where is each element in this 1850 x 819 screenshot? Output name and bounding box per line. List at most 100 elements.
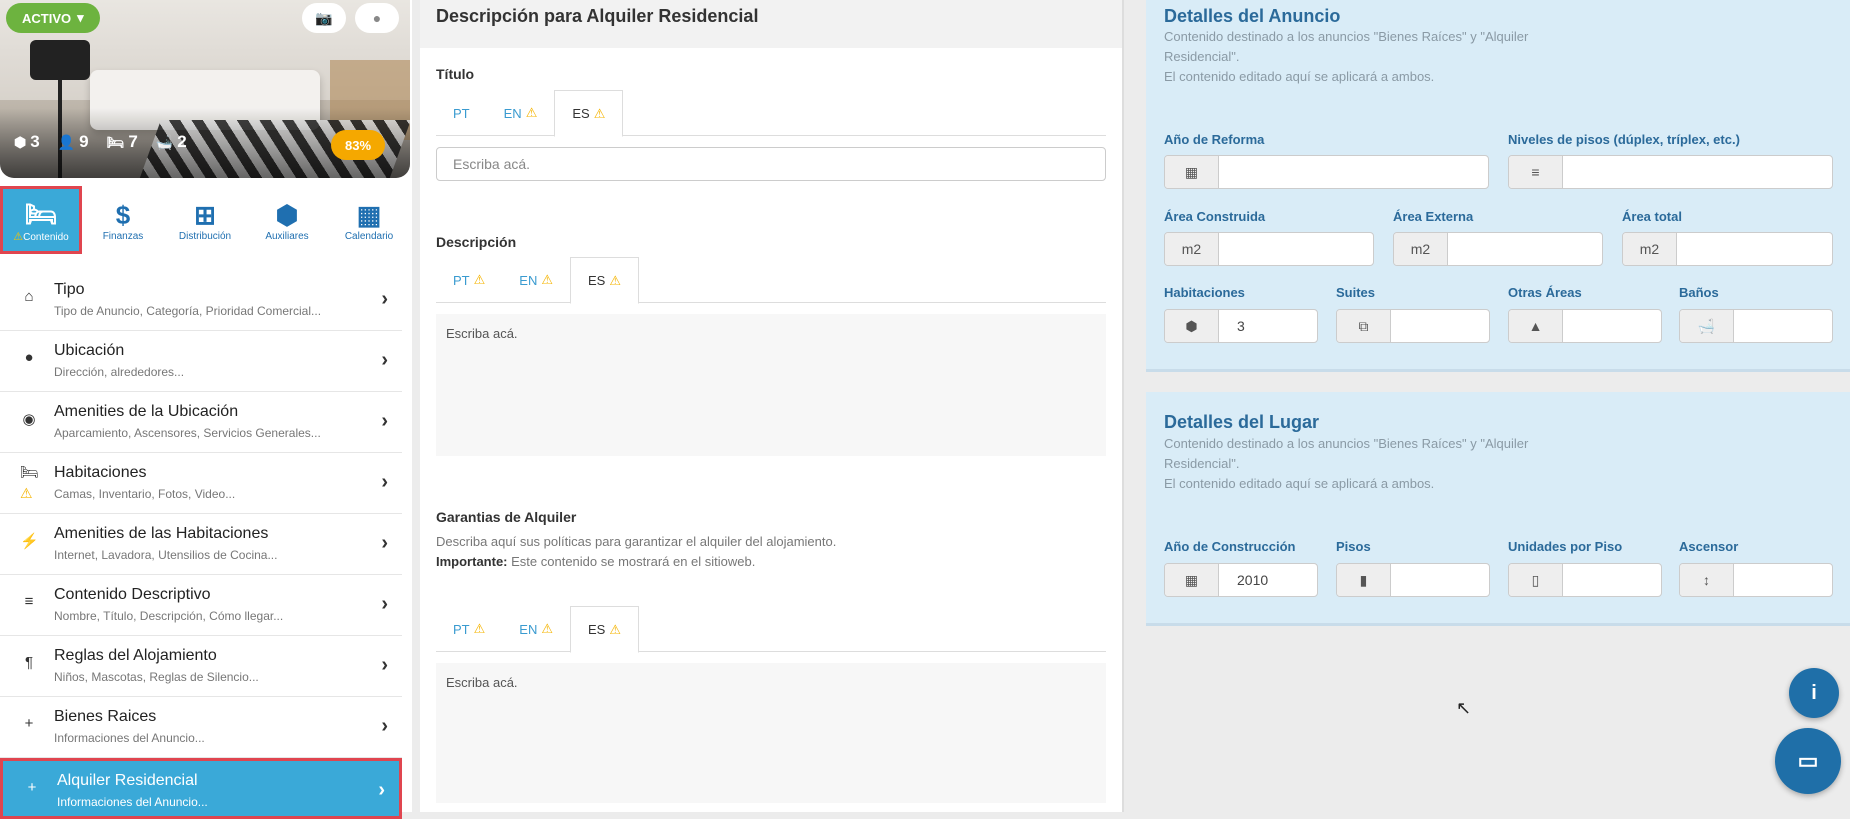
tab-distribucion[interactable]: ⊞ Distribución bbox=[164, 186, 246, 254]
menu-item-alquiler-residencial[interactable]: + Alquiler Residencial Informaciones del… bbox=[0, 758, 402, 819]
camera-button[interactable]: 📷 bbox=[302, 3, 346, 33]
menu-item-bienes-raices[interactable]: + Bienes Raices Informaciones del Anunci… bbox=[0, 697, 402, 758]
ano-construccion-label: Año de Construcción bbox=[1164, 539, 1296, 554]
ascensor-field[interactable]: ↕ bbox=[1679, 563, 1833, 597]
menu-item-habitaciones[interactable]: 🛏 ⚠ Habitaciones Camas, Inventario, Fotos… bbox=[0, 453, 402, 514]
page-title: Descripción para Alquiler Residencial bbox=[420, 0, 1122, 48]
chevron-right-icon: › bbox=[381, 349, 388, 371]
area-externa-field[interactable]: m2 bbox=[1393, 232, 1603, 266]
stat-beds: 🛏 7 bbox=[106, 132, 138, 151]
calendar-icon: ▦ bbox=[356, 199, 382, 230]
chevron-right-icon: › bbox=[381, 593, 388, 615]
tab-en[interactable]: EN ⚠ bbox=[502, 606, 570, 652]
stat-rooms: ⬢ 3 bbox=[14, 132, 40, 151]
habitaciones-label: Habitaciones bbox=[1164, 285, 1245, 300]
stat-baths: 🛁 2 bbox=[155, 132, 187, 151]
bath-icon: 🛁 bbox=[155, 134, 174, 150]
otras-areas-label: Otras Áreas bbox=[1508, 285, 1582, 300]
ano-construccion-field[interactable]: ▦ 2010 bbox=[1164, 563, 1318, 597]
tab-auxiliares[interactable]: ⬢ Auxiliares bbox=[246, 186, 328, 254]
camera-icon: 📷 bbox=[315, 9, 333, 26]
panel-description: Contenido destinado a los anuncios "Bien… bbox=[1164, 29, 1529, 84]
titulo-label: Título bbox=[436, 66, 475, 82]
banos-field[interactable]: 🛁 bbox=[1679, 309, 1833, 343]
titulo-input[interactable]: Escriba acá. bbox=[436, 147, 1106, 181]
property-photo: ACTIVO ▾ 📷 ● ⬢ 3 👤 9 🛏 7 🛁 2 83% bbox=[0, 0, 410, 178]
stat-guests: 👤 9 bbox=[57, 132, 89, 151]
area-construida-field[interactable]: m2 bbox=[1164, 232, 1374, 266]
garantias-label: Garantias de Alquiler bbox=[436, 509, 577, 525]
titulo-lang-tabs: PT EN ⚠ ES ⚠ bbox=[436, 90, 1106, 137]
tab-es[interactable]: ES ⚠ bbox=[570, 606, 639, 653]
section-tabs: 🛏 ⚠Contenido $ Finanzas ⊞ Distribución ⬢… bbox=[0, 186, 412, 254]
panel-title: Detalles del Anuncio bbox=[1164, 6, 1341, 26]
unidades-field[interactable]: ▯ bbox=[1508, 563, 1662, 597]
building-outline-icon: ▯ bbox=[1509, 564, 1563, 596]
area-total-field[interactable]: m2 bbox=[1622, 232, 1833, 266]
bed-icon: 🛏 bbox=[24, 198, 58, 229]
warning-icon: ⚠ bbox=[20, 485, 33, 501]
menu-item-amenities-habitaciones[interactable]: ⚡ Amenities de las Habitaciones Internet… bbox=[0, 514, 402, 575]
menu-item-ubicacion[interactable]: ● Ubicación Dirección, alrededores... › bbox=[0, 331, 402, 392]
menu-item-tipo[interactable]: ⌂ Tipo Tipo de Anuncio, Categoría, Prior… bbox=[0, 270, 402, 331]
ano-reforma-field[interactable]: ▦ bbox=[1164, 155, 1489, 189]
tab-es[interactable]: ES ⚠ bbox=[554, 90, 624, 137]
tab-pt[interactable]: PT ⚠ bbox=[436, 606, 502, 652]
arrows-vertical-icon: ↕ bbox=[1680, 564, 1734, 596]
menu-item-contenido-descriptivo[interactable]: ≡ Contenido Descriptivo Nombre, Título, … bbox=[0, 575, 402, 636]
descripcion-lang-tabs: PT ⚠ EN ⚠ ES ⚠ bbox=[436, 257, 1106, 304]
status-dropdown[interactable]: ACTIVO ▾ bbox=[6, 3, 100, 33]
bed-icon: 🛏 ⚠ bbox=[20, 464, 40, 501]
warning-icon: ⚠ bbox=[473, 272, 486, 287]
chevron-right-icon: › bbox=[381, 410, 388, 432]
unidades-label: Unidades por Piso bbox=[1508, 539, 1623, 554]
area-total-label: Área total bbox=[1622, 209, 1682, 224]
tree-icon: ▲ bbox=[1509, 310, 1563, 342]
habitaciones-field[interactable]: ⬢ 3 bbox=[1164, 309, 1318, 343]
menu-item-reglas[interactable]: ¶ Reglas del Alojamiento Niños, Mascotas… bbox=[0, 636, 402, 697]
info-icon: i bbox=[1811, 681, 1817, 704]
pisos-field[interactable]: ▮ bbox=[1336, 563, 1490, 597]
pisos-label: Pisos bbox=[1336, 539, 1371, 554]
area-externa-label: Área Externa bbox=[1393, 209, 1474, 224]
garantias-description: Describa aquí sus políticas para garanti… bbox=[436, 534, 837, 569]
tab-pt[interactable]: PT ⚠ bbox=[436, 257, 502, 303]
chevron-right-icon: › bbox=[381, 715, 388, 737]
suites-label: Suites bbox=[1336, 285, 1376, 300]
status-label: ACTIVO bbox=[22, 10, 72, 26]
panel-title: Detalles del Lugar bbox=[1164, 412, 1320, 432]
plus-icon: + bbox=[24, 715, 34, 732]
globe-button[interactable]: ● bbox=[355, 3, 399, 33]
ano-reforma-label: Año de Reforma bbox=[1164, 132, 1265, 147]
tab-en[interactable]: EN ⚠ bbox=[502, 257, 570, 303]
tab-en[interactable]: EN ⚠ bbox=[487, 90, 555, 136]
detalles-lugar-panel: Detalles del Lugar Contenido destinado a… bbox=[1146, 392, 1850, 626]
copy-icon: ⧉ bbox=[1337, 310, 1391, 342]
warning-icon: ⚠ bbox=[473, 621, 486, 636]
dollar-icon: $ bbox=[115, 199, 131, 230]
niveles-field[interactable]: ≡ bbox=[1508, 155, 1833, 189]
garantias-textarea[interactable]: Escriba acá. bbox=[436, 663, 1106, 803]
tab-pt[interactable]: PT bbox=[436, 90, 487, 136]
warning-icon: ⚠ bbox=[13, 230, 24, 243]
suites-field[interactable]: ⧉ bbox=[1336, 309, 1490, 343]
plug-icon: ⚡ bbox=[20, 533, 39, 550]
bath-icon: 🛁 bbox=[1680, 310, 1734, 342]
chevron-right-icon: › bbox=[381, 288, 388, 310]
user-icon: 👤 bbox=[57, 134, 76, 150]
chevron-right-icon: › bbox=[381, 471, 388, 493]
tab-es[interactable]: ES ⚠ bbox=[570, 257, 639, 304]
mouse-cursor-icon: ↖ bbox=[1456, 698, 1472, 718]
descripcion-textarea[interactable]: Escriba acá. bbox=[436, 314, 1106, 456]
tab-finanzas[interactable]: $ Finanzas bbox=[82, 186, 164, 254]
chat-button[interactable]: ▭ bbox=[1775, 728, 1841, 794]
tab-calendario[interactable]: ▦ Calendario bbox=[328, 186, 410, 254]
chevron-right-icon: › bbox=[381, 532, 388, 554]
info-button[interactable]: i bbox=[1789, 668, 1839, 718]
cube-icon: ⬢ bbox=[1165, 310, 1219, 342]
completion-badge: 83% bbox=[331, 130, 385, 160]
tab-contenido[interactable]: 🛏 ⚠Contenido bbox=[0, 186, 82, 254]
warning-icon: ⚠ bbox=[609, 621, 621, 637]
otras-areas-field[interactable]: ▲ bbox=[1508, 309, 1662, 343]
menu-item-amenities-ubicacion[interactable]: ◉ Amenities de la Ubicación Aparcamiento… bbox=[0, 392, 402, 453]
